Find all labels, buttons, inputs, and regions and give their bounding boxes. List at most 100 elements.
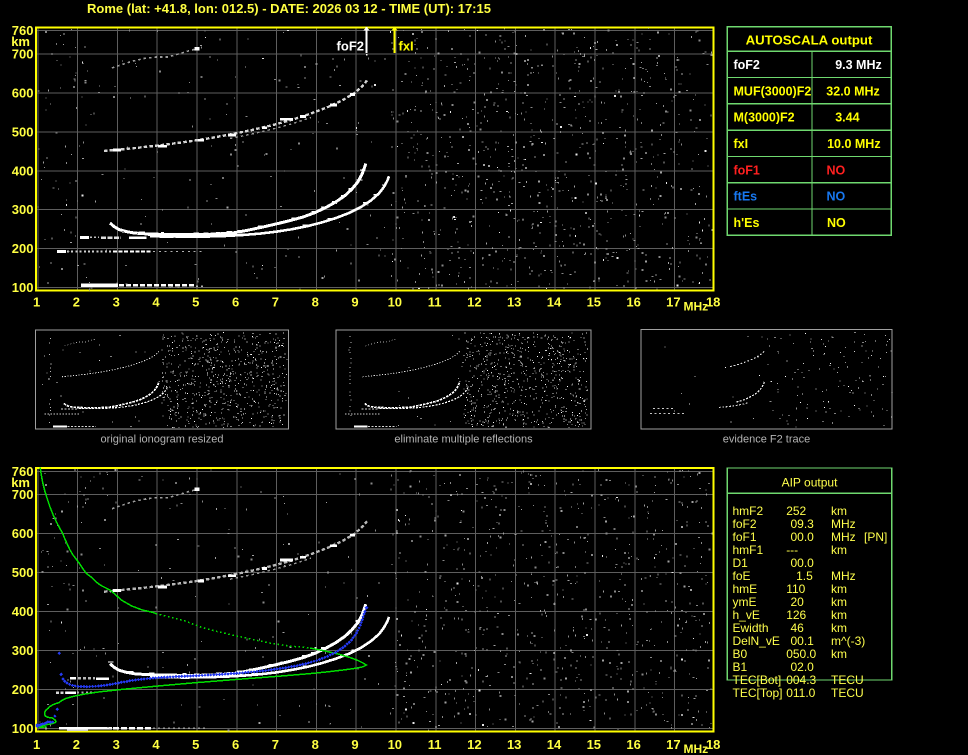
svg-text:10: 10 bbox=[388, 737, 402, 752]
svg-text:TECU: TECU bbox=[831, 686, 864, 700]
svg-text:004.3: 004.3 bbox=[786, 673, 816, 687]
svg-text:3: 3 bbox=[113, 737, 120, 752]
svg-text:100: 100 bbox=[12, 280, 34, 295]
svg-text:foF2: foF2 bbox=[734, 58, 760, 72]
svg-text:15: 15 bbox=[587, 737, 601, 752]
svg-text:200: 200 bbox=[12, 682, 34, 697]
svg-text:foF1: foF1 bbox=[733, 530, 757, 544]
svg-text:400: 400 bbox=[12, 163, 34, 178]
svg-text:eliminate multiple reflections: eliminate multiple reflections bbox=[394, 433, 533, 445]
svg-text:hmE: hmE bbox=[733, 582, 758, 596]
svg-text:13: 13 bbox=[507, 737, 521, 752]
svg-text:foF2: foF2 bbox=[733, 517, 757, 531]
svg-text:ymE: ymE bbox=[733, 595, 757, 609]
svg-text:6: 6 bbox=[232, 737, 239, 752]
svg-text:TEC[Top]: TEC[Top] bbox=[733, 686, 783, 700]
svg-text:10: 10 bbox=[388, 295, 402, 310]
svg-text:3: 3 bbox=[113, 295, 120, 310]
svg-text:foF2: foF2 bbox=[337, 39, 364, 54]
svg-text:16: 16 bbox=[626, 295, 640, 310]
svg-text:14: 14 bbox=[547, 737, 562, 752]
svg-text:m^(-3): m^(-3) bbox=[831, 634, 865, 648]
svg-text:500: 500 bbox=[12, 565, 34, 580]
svg-text:Ewidth: Ewidth bbox=[733, 621, 769, 635]
svg-text:MHz: MHz bbox=[684, 742, 709, 755]
svg-text:D1: D1 bbox=[733, 556, 749, 570]
svg-text:km: km bbox=[831, 582, 847, 596]
svg-text:2: 2 bbox=[73, 737, 80, 752]
svg-text:1: 1 bbox=[33, 737, 40, 752]
svg-text:110: 110 bbox=[786, 582, 805, 596]
svg-text:7: 7 bbox=[272, 295, 279, 310]
svg-text:DelN_vE: DelN_vE bbox=[733, 634, 780, 648]
svg-text:2: 2 bbox=[73, 295, 80, 310]
svg-text:011.0: 011.0 bbox=[786, 686, 815, 700]
svg-text:km: km bbox=[831, 595, 847, 609]
svg-text:20: 20 bbox=[791, 595, 805, 609]
svg-text:NO: NO bbox=[827, 190, 846, 204]
svg-text:NO: NO bbox=[827, 163, 846, 177]
svg-text:MUF(3000)F2: MUF(3000)F2 bbox=[734, 84, 812, 98]
svg-text:200: 200 bbox=[12, 241, 34, 256]
svg-text:400: 400 bbox=[12, 604, 34, 619]
svg-text:foF1: foF1 bbox=[734, 163, 760, 177]
svg-text:5: 5 bbox=[192, 295, 199, 310]
svg-text:300: 300 bbox=[12, 643, 34, 658]
svg-text:AUTOSCALA output: AUTOSCALA output bbox=[746, 32, 873, 47]
svg-text:TECU: TECU bbox=[831, 673, 864, 687]
svg-text:hmF1: hmF1 bbox=[733, 543, 764, 557]
svg-text:MHz: MHz bbox=[831, 569, 856, 583]
svg-text:14: 14 bbox=[547, 295, 562, 310]
svg-text:02.0: 02.0 bbox=[791, 660, 815, 674]
svg-text:00.0: 00.0 bbox=[791, 556, 815, 570]
svg-text:NO: NO bbox=[827, 216, 846, 230]
svg-text:M(3000)F2: M(3000)F2 bbox=[734, 111, 795, 125]
svg-text:500: 500 bbox=[12, 124, 34, 139]
svg-text:126: 126 bbox=[786, 608, 806, 622]
svg-text:700: 700 bbox=[12, 47, 34, 62]
svg-text:1: 1 bbox=[33, 295, 40, 310]
svg-text:km: km bbox=[831, 621, 847, 635]
svg-text:00.1: 00.1 bbox=[791, 634, 815, 648]
svg-text:evidence F2 trace: evidence F2 trace bbox=[723, 433, 810, 445]
svg-text:1.5: 1.5 bbox=[796, 569, 813, 583]
svg-text:9: 9 bbox=[351, 737, 358, 752]
svg-text:MHz: MHz bbox=[831, 530, 856, 544]
svg-text:3.44: 3.44 bbox=[835, 111, 859, 125]
svg-text:700: 700 bbox=[12, 487, 34, 502]
svg-text:17: 17 bbox=[666, 295, 680, 310]
svg-text:8: 8 bbox=[312, 737, 319, 752]
svg-text:km: km bbox=[831, 647, 847, 661]
svg-text:B0: B0 bbox=[733, 647, 748, 661]
svg-text:46: 46 bbox=[791, 621, 805, 635]
svg-text:600: 600 bbox=[12, 526, 34, 541]
svg-text:9.3 MHz: 9.3 MHz bbox=[835, 58, 882, 72]
svg-text:7: 7 bbox=[272, 737, 279, 752]
svg-text:B1: B1 bbox=[733, 660, 748, 674]
svg-text:AIP output: AIP output bbox=[782, 475, 838, 489]
svg-text:10.0 MHz: 10.0 MHz bbox=[827, 137, 881, 151]
svg-text:13: 13 bbox=[507, 295, 521, 310]
svg-text:km: km bbox=[831, 504, 847, 518]
svg-text:100: 100 bbox=[12, 721, 34, 736]
svg-text:050.0: 050.0 bbox=[786, 647, 816, 661]
svg-text:6: 6 bbox=[232, 295, 239, 310]
svg-text:9: 9 bbox=[351, 295, 358, 310]
svg-text:fxI: fxI bbox=[399, 39, 414, 54]
svg-text:---: --- bbox=[786, 543, 798, 557]
svg-text:4: 4 bbox=[152, 295, 160, 310]
svg-text:17: 17 bbox=[666, 737, 680, 752]
svg-text:11: 11 bbox=[428, 737, 442, 752]
svg-text:252: 252 bbox=[786, 504, 806, 518]
svg-text:5: 5 bbox=[192, 737, 199, 752]
svg-text:[PN]: [PN] bbox=[864, 530, 887, 544]
svg-text:fxI: fxI bbox=[734, 137, 749, 151]
svg-text:MHz: MHz bbox=[684, 300, 709, 314]
svg-text:11: 11 bbox=[428, 295, 442, 310]
svg-text:km: km bbox=[831, 543, 847, 557]
svg-text:h_vE: h_vE bbox=[733, 608, 760, 622]
svg-text:12: 12 bbox=[467, 295, 481, 310]
svg-text:16: 16 bbox=[626, 737, 640, 752]
svg-text:32.0 MHz: 32.0 MHz bbox=[826, 84, 880, 98]
svg-text:600: 600 bbox=[12, 85, 34, 100]
